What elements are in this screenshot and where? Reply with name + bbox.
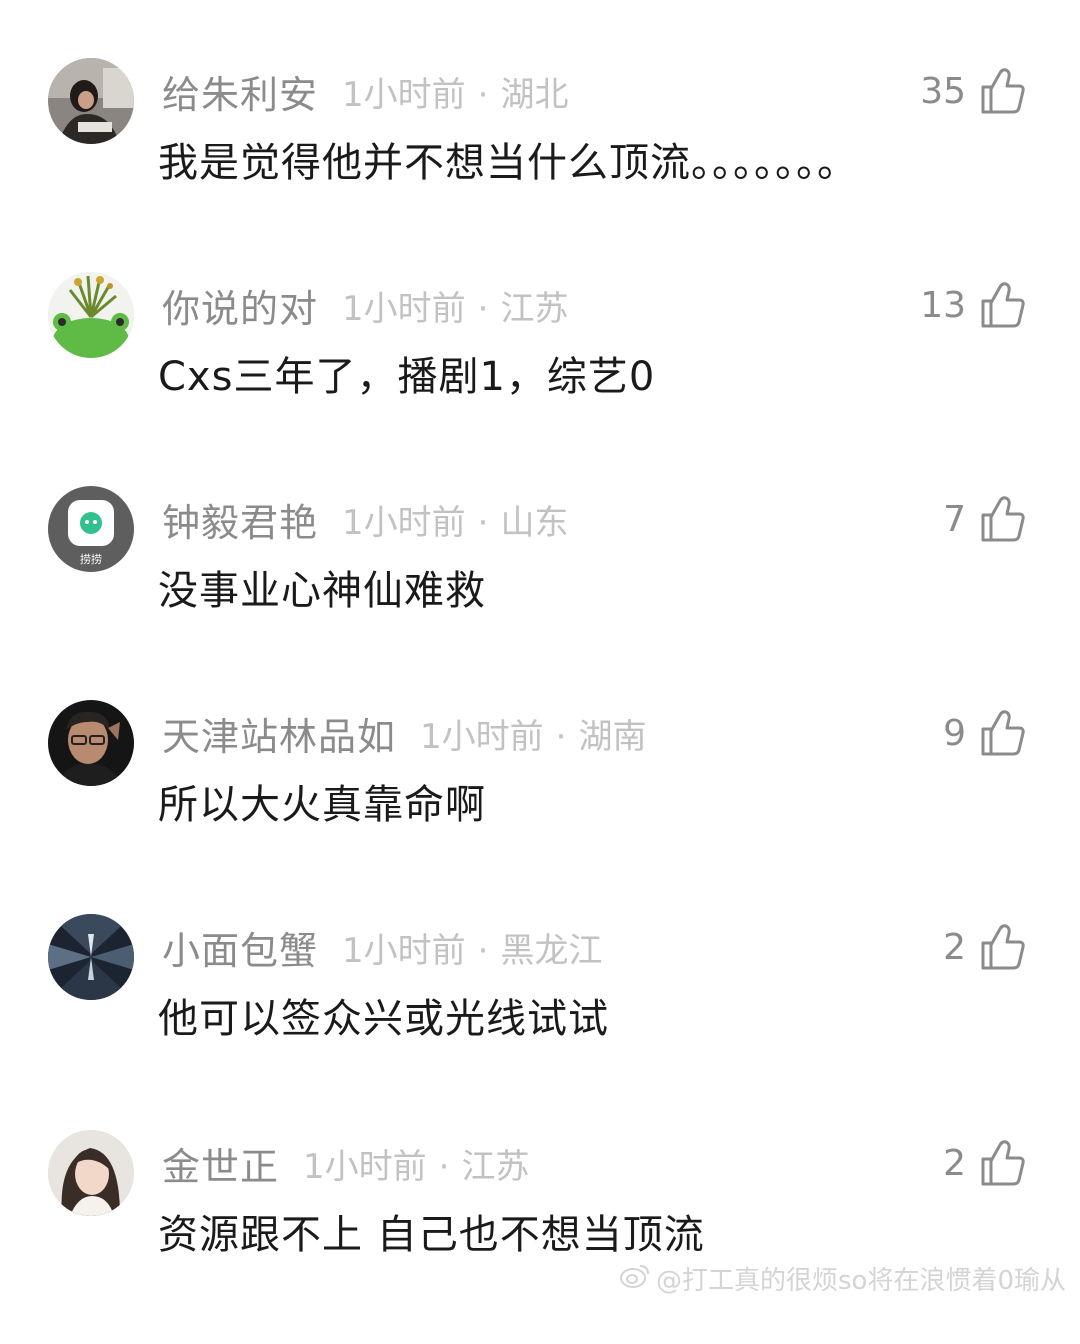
username[interactable]: 小面包蟹 — [162, 920, 318, 975]
like-count: 35 — [920, 70, 966, 112]
comment-time: 1小时前 — [342, 930, 466, 971]
comment-header: 天津站林品如 1小时前 · 湖南 — [162, 706, 646, 761]
like-button[interactable]: 13 — [920, 278, 1026, 332]
like-count: 2 — [943, 926, 966, 968]
comment-time: 1小时前 — [303, 1146, 427, 1187]
weibo-icon — [620, 1262, 650, 1295]
thumbs-up-icon — [980, 67, 1026, 115]
user-avatar[interactable] — [48, 914, 134, 1000]
comment-time: 1小时前 — [420, 716, 544, 757]
user-avatar[interactable] — [48, 700, 134, 786]
meta-separator: · — [477, 930, 489, 971]
comment-location: 江苏 — [461, 1146, 530, 1187]
comment-location: 山东 — [500, 502, 569, 543]
comment-text: 他可以签众兴或光线试试 — [158, 996, 609, 1042]
watermark-text: @打工真的很烦so将在浪惯着0瑜从 — [656, 1266, 1066, 1296]
avatar-man-glasses-image — [48, 700, 134, 786]
meta-separator: · — [477, 288, 489, 329]
comment-meta: 1小时前 · 江苏 — [342, 281, 568, 330]
comment-text: 没事业心神仙难救 — [158, 568, 486, 614]
comment-header: 金世正 1小时前 · 江苏 — [162, 1136, 529, 1191]
comment-header: 你说的对 1小时前 · 江苏 — [162, 278, 568, 333]
comment-location: 湖北 — [500, 74, 569, 115]
avatar-woman-portrait-image — [48, 1130, 134, 1216]
username[interactable]: 你说的对 — [162, 278, 318, 333]
comment-meta: 1小时前 · 湖南 — [420, 709, 646, 758]
comment-item: 天津站林品如 1小时前 · 湖南 9 所以大火真靠命啊 — [0, 700, 1080, 914]
comment-item: 金世正 1小时前 · 江苏 2 资源跟不上 自己也不想当顶流 — [0, 1130, 1080, 1344]
meta-separator: · — [555, 716, 567, 757]
comment-time: 1小时前 — [342, 74, 466, 115]
comment-header: 钟毅君艳 1小时前 · 山东 — [162, 492, 568, 547]
username[interactable]: 金世正 — [162, 1136, 279, 1191]
comment-location: 江苏 — [500, 288, 569, 329]
like-button[interactable]: 2 — [943, 1136, 1026, 1190]
avatar-caption: 捞捞 — [80, 553, 102, 566]
user-avatar[interactable] — [48, 58, 134, 144]
avatar-plant-frog-image — [48, 272, 134, 358]
thumbs-up-icon — [980, 495, 1026, 543]
user-avatar[interactable] — [48, 1130, 134, 1216]
like-button[interactable]: 2 — [943, 920, 1026, 974]
comment-text: 我是觉得他并不想当什么顶流。。。。。。。 — [158, 140, 858, 186]
thumbs-up-icon — [980, 923, 1026, 971]
comment-item: 小面包蟹 1小时前 · 黑龙江 2 他可以签众兴或光线试试 — [0, 914, 1080, 1128]
comment-item: 你说的对 1小时前 · 江苏 13 Cxs三年了，播剧1，综艺0 — [0, 272, 1080, 486]
user-avatar[interactable] — [48, 272, 134, 358]
like-button[interactable]: 9 — [943, 706, 1026, 760]
comment-location: 湖南 — [578, 716, 647, 757]
like-button[interactable]: 35 — [920, 64, 1026, 118]
comment-header: 给朱利安 1小时前 · 湖北 — [162, 64, 568, 119]
comment-item: 给朱利安 1小时前 · 湖北 35 我是觉得他并不想当什么顶流。。。。。。。 — [0, 58, 1080, 272]
username[interactable]: 给朱利安 — [162, 64, 318, 119]
comment-header: 小面包蟹 1小时前 · 黑龙江 — [162, 920, 602, 975]
avatar-dark-abstract-image — [48, 914, 134, 1000]
user-avatar[interactable]: 捞捞 — [48, 486, 134, 572]
comment-location: 黑龙江 — [500, 930, 603, 971]
comment-text: 资源跟不上 自己也不想当顶流 — [158, 1212, 705, 1258]
avatar-app-logo-image: 捞捞 — [48, 486, 134, 572]
comment-text: Cxs三年了，播剧1，综艺0 — [158, 354, 656, 400]
comment-item: 捞捞 钟毅君艳 1小时前 · 山东 7 没事业心神仙难救 — [0, 486, 1080, 700]
like-button[interactable]: 7 — [943, 492, 1026, 546]
meta-separator: · — [477, 502, 489, 543]
thumbs-up-icon — [980, 1139, 1026, 1187]
like-count: 2 — [943, 1142, 966, 1184]
username[interactable]: 天津站林品如 — [162, 706, 396, 761]
comment-meta: 1小时前 · 江苏 — [303, 1139, 529, 1188]
watermark: @打工真的很烦so将在浪惯着0瑜从 — [620, 1260, 1066, 1297]
like-count: 7 — [943, 498, 966, 540]
like-count: 13 — [920, 284, 966, 326]
thumbs-up-icon — [980, 281, 1026, 329]
comment-meta: 1小时前 · 湖北 — [342, 67, 568, 116]
like-count: 9 — [943, 712, 966, 754]
comment-time: 1小时前 — [342, 502, 466, 543]
thumbs-up-icon — [980, 709, 1026, 757]
comment-time: 1小时前 — [342, 288, 466, 329]
comment-text: 所以大火真靠命啊 — [158, 782, 486, 828]
comment-meta: 1小时前 · 山东 — [342, 495, 568, 544]
avatar-woman-reading-image — [48, 58, 134, 144]
comment-meta: 1小时前 · 黑龙江 — [342, 923, 602, 972]
meta-separator: · — [438, 1146, 450, 1187]
username[interactable]: 钟毅君艳 — [162, 492, 318, 547]
meta-separator: · — [477, 74, 489, 115]
